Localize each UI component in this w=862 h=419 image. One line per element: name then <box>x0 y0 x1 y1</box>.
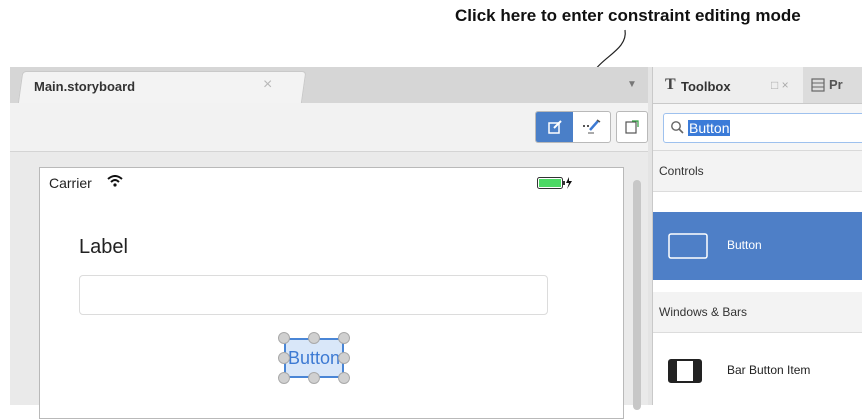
section-label: Windows & Bars <box>659 305 748 319</box>
section-label: Controls <box>659 164 704 178</box>
tab-properties[interactable]: Pr <box>811 77 843 92</box>
resize-handle[interactable] <box>308 372 320 384</box>
status-bar: Carrier <box>40 168 623 196</box>
carrier-label: Carrier <box>49 175 92 191</box>
search-value: Button <box>688 120 731 136</box>
storyboard-canvas[interactable]: Carrier Label Button <box>10 152 648 419</box>
ide-window: Main.storyboard × ▼ Carrier Label Button… <box>10 67 862 419</box>
document-tab-label[interactable]: Main.storyboard <box>34 79 135 94</box>
tab-properties-label: Pr <box>829 77 843 92</box>
search-row: Button <box>653 104 862 151</box>
tab-close-icon[interactable]: × <box>263 76 272 94</box>
search-icon <box>671 121 684 134</box>
section-windows-bars[interactable]: Windows & Bars <box>653 292 862 333</box>
selected-button-element[interactable]: Button <box>273 328 365 394</box>
toolbox-pane: T Toolbox □ × Pr Button Controls Button … <box>652 67 862 405</box>
document-outline-button[interactable] <box>616 111 648 143</box>
label-element[interactable]: Label <box>79 236 128 259</box>
editor-toolbar <box>10 103 648 152</box>
mode-segmented-control <box>535 111 611 143</box>
view-controller-scene[interactable]: Carrier Label Button <box>39 167 624 419</box>
button-item-icon <box>668 233 708 259</box>
section-controls[interactable]: Controls <box>653 151 862 192</box>
editor-tabbar: Main.storyboard × ▼ <box>10 67 648 105</box>
properties-icon <box>811 77 825 92</box>
resize-handle[interactable] <box>338 372 350 384</box>
edit-mode-icon <box>547 120 562 134</box>
resize-handle[interactable] <box>278 372 290 384</box>
constraint-mode-button[interactable] <box>573 112 610 142</box>
toolbox-item-button[interactable]: Button <box>653 212 862 280</box>
toolbox-tabbar: T Toolbox □ × Pr <box>653 67 862 104</box>
bar-button-item-icon <box>668 359 702 383</box>
toolbox-item-bar-button[interactable]: Bar Button Item <box>653 337 862 405</box>
document-icon <box>625 120 639 134</box>
toolbox-item-label: Bar Button Item <box>727 363 811 377</box>
toolbox-title[interactable]: Toolbox <box>681 79 731 94</box>
constraint-mode-icon <box>582 119 600 134</box>
annotation-callout: Click here to enter constraint editing m… <box>455 6 801 25</box>
window-controls-icon[interactable]: □ × <box>771 78 789 92</box>
resize-handle[interactable] <box>308 332 320 344</box>
resize-handle[interactable] <box>278 332 290 344</box>
toolbox-search-input[interactable]: Button <box>663 113 862 143</box>
resize-handle[interactable] <box>338 352 350 364</box>
text-field-element[interactable] <box>79 275 548 315</box>
wifi-icon <box>107 175 123 187</box>
toolbox-item-label: Button <box>727 238 762 252</box>
resize-handle[interactable] <box>338 332 350 344</box>
vertical-scrollbar[interactable] <box>633 180 641 410</box>
toolbox-icon: T <box>665 76 676 93</box>
edit-mode-button[interactable] <box>536 112 573 142</box>
resize-handle[interactable] <box>278 352 290 364</box>
tab-dropdown-icon[interactable]: ▼ <box>627 79 637 90</box>
battery-icon <box>537 177 572 189</box>
